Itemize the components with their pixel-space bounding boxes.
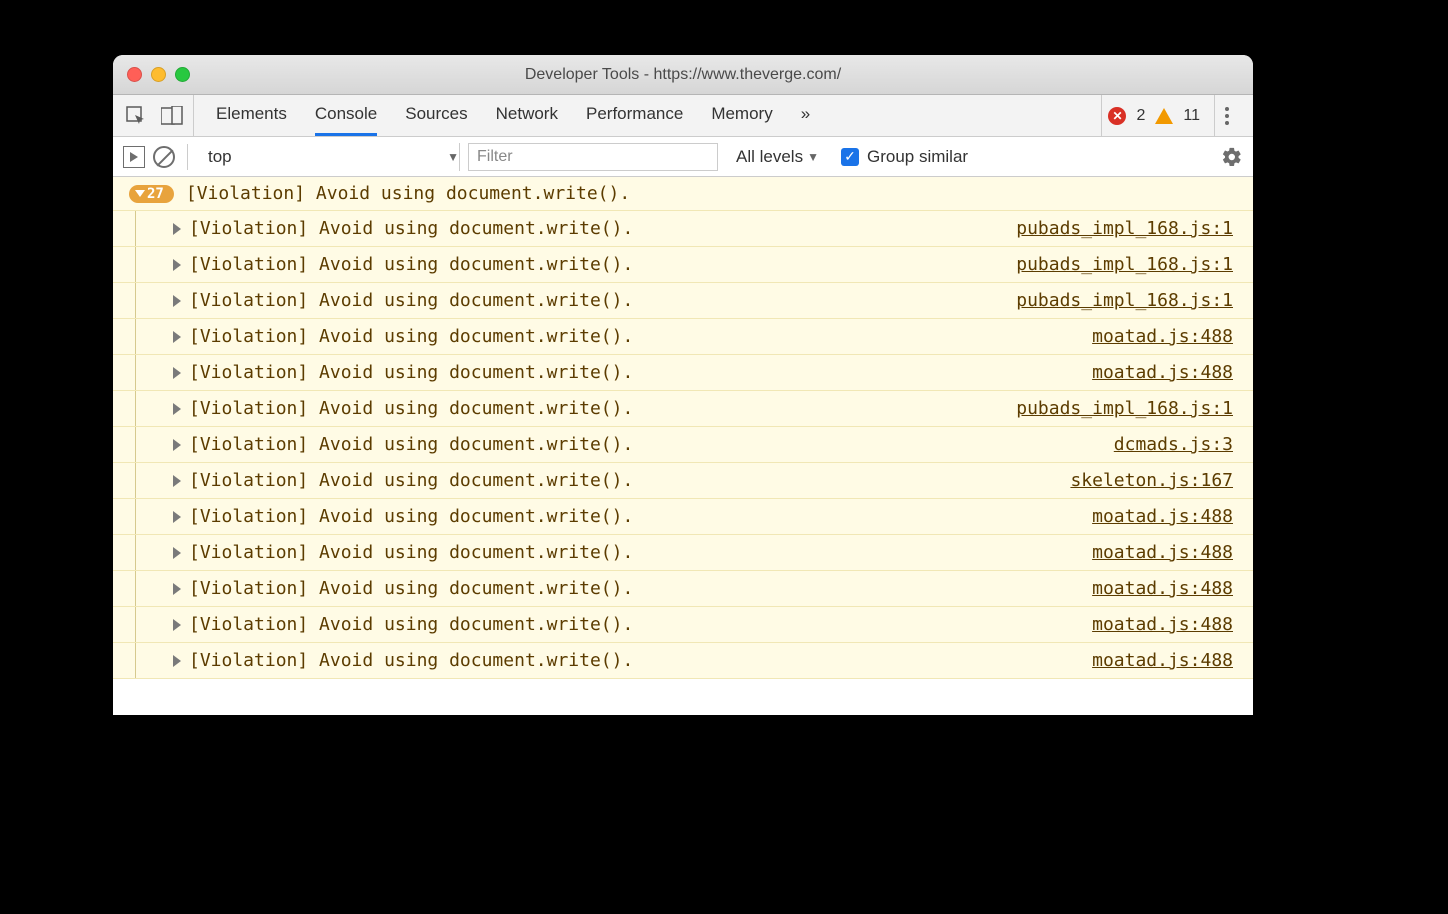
show-console-sidebar-icon[interactable]	[123, 146, 145, 168]
source-link[interactable]: moatad.js:488	[1092, 542, 1233, 563]
chevron-down-icon	[135, 190, 145, 197]
inspect-element-icon[interactable]	[125, 105, 147, 127]
traffic-lights	[127, 67, 190, 82]
source-link[interactable]: moatad.js:488	[1092, 326, 1233, 347]
console-message: [Violation] Avoid using document.write()…	[189, 290, 1016, 311]
group-similar-checkbox[interactable]: ✓ Group similar	[841, 147, 968, 167]
console-output: 27 [Violation] Avoid using document.writ…	[113, 177, 1253, 715]
disclosure-triangle-icon[interactable]	[173, 511, 181, 523]
tab-sources[interactable]: Sources	[405, 95, 467, 136]
console-row[interactable]: [Violation] Avoid using document.write()…	[113, 211, 1253, 247]
disclosure-triangle-icon[interactable]	[173, 367, 181, 379]
context-value: top	[208, 147, 232, 167]
more-menu[interactable]	[1214, 95, 1239, 136]
log-levels-selector[interactable]: All levels ▼	[736, 147, 819, 167]
titlebar: Developer Tools - https://www.theverge.c…	[113, 55, 1253, 95]
minimize-window-button[interactable]	[151, 67, 166, 82]
source-link[interactable]: moatad.js:488	[1092, 506, 1233, 527]
filter-input[interactable]	[468, 143, 718, 171]
console-message: [Violation] Avoid using document.write()…	[189, 578, 1092, 599]
devtools-window: Developer Tools - https://www.theverge.c…	[113, 55, 1253, 715]
source-link[interactable]: moatad.js:488	[1092, 578, 1233, 599]
console-row[interactable]: [Violation] Avoid using document.write()…	[113, 607, 1253, 643]
group-count-badge: 27	[129, 185, 174, 203]
source-link[interactable]: moatad.js:488	[1092, 362, 1233, 383]
disclosure-triangle-icon[interactable]	[173, 403, 181, 415]
disclosure-triangle-icon[interactable]	[173, 223, 181, 235]
console-message: [Violation] Avoid using document.write()…	[189, 614, 1092, 635]
console-message: [Violation] Avoid using document.write()…	[189, 326, 1092, 347]
console-row[interactable]: [Violation] Avoid using document.write()…	[113, 355, 1253, 391]
source-link[interactable]: pubads_impl_168.js:1	[1016, 254, 1233, 275]
console-row[interactable]: [Violation] Avoid using document.write()…	[113, 391, 1253, 427]
tabs-overflow[interactable]: »	[801, 95, 810, 136]
console-row[interactable]: [Violation] Avoid using document.write()…	[113, 319, 1253, 355]
settings-icon[interactable]	[1221, 146, 1243, 168]
tab-memory[interactable]: Memory	[711, 95, 772, 136]
console-group-header[interactable]: 27 [Violation] Avoid using document.writ…	[113, 177, 1253, 211]
tab-performance[interactable]: Performance	[586, 95, 683, 136]
error-icon[interactable]: ✕	[1108, 107, 1126, 125]
disclosure-triangle-icon[interactable]	[173, 331, 181, 343]
tab-elements[interactable]: Elements	[216, 95, 287, 136]
source-link[interactable]: pubads_impl_168.js:1	[1016, 218, 1233, 239]
console-message: [Violation] Avoid using document.write()…	[189, 218, 1016, 239]
source-link[interactable]: moatad.js:488	[1092, 650, 1233, 671]
console-row[interactable]: [Violation] Avoid using document.write()…	[113, 463, 1253, 499]
console-message: [Violation] Avoid using document.write()…	[189, 470, 1070, 491]
warning-count[interactable]: 11	[1183, 107, 1200, 125]
kebab-icon	[1225, 107, 1229, 125]
disclosure-triangle-icon[interactable]	[173, 295, 181, 307]
disclosure-triangle-icon[interactable]	[173, 619, 181, 631]
disclosure-triangle-icon[interactable]	[173, 475, 181, 487]
group-count: 27	[147, 186, 164, 202]
close-window-button[interactable]	[127, 67, 142, 82]
tab-console[interactable]: Console	[315, 95, 377, 136]
console-row[interactable]: [Violation] Avoid using document.write()…	[113, 283, 1253, 319]
levels-label: All levels	[736, 147, 803, 167]
console-row[interactable]: [Violation] Avoid using document.write()…	[113, 535, 1253, 571]
tabs-right-status: ✕ 2 11	[1101, 95, 1245, 136]
devtools-tabs: Elements Console Sources Network Perform…	[194, 95, 1101, 136]
console-message: [Violation] Avoid using document.write()…	[189, 434, 1114, 455]
disclosure-triangle-icon[interactable]	[173, 583, 181, 595]
group-message: [Violation] Avoid using document.write()…	[186, 183, 630, 204]
group-similar-label: Group similar	[867, 147, 968, 167]
disclosure-triangle-icon[interactable]	[173, 655, 181, 667]
console-message: [Violation] Avoid using document.write()…	[189, 506, 1092, 527]
console-row[interactable]: [Violation] Avoid using document.write()…	[113, 247, 1253, 283]
disclosure-triangle-icon[interactable]	[173, 439, 181, 451]
disclosure-triangle-icon[interactable]	[173, 547, 181, 559]
context-selector[interactable]: top ▼	[200, 143, 460, 171]
warning-icon[interactable]	[1155, 108, 1173, 124]
divider	[187, 144, 188, 170]
disclosure-triangle-icon[interactable]	[173, 259, 181, 271]
devtools-tabs-row: Elements Console Sources Network Perform…	[113, 95, 1253, 137]
console-message: [Violation] Avoid using document.write()…	[189, 542, 1092, 563]
source-link[interactable]: dcmads.js:3	[1114, 434, 1233, 455]
console-row[interactable]: [Violation] Avoid using document.write()…	[113, 643, 1253, 679]
console-toolbar: top ▼ All levels ▼ ✓ Group similar	[113, 137, 1253, 177]
source-link[interactable]: moatad.js:488	[1092, 614, 1233, 635]
console-message: [Violation] Avoid using document.write()…	[189, 650, 1092, 671]
checkbox-checked-icon: ✓	[841, 148, 859, 166]
source-link[interactable]: pubads_impl_168.js:1	[1016, 290, 1233, 311]
console-message: [Violation] Avoid using document.write()…	[189, 398, 1016, 419]
console-message: [Violation] Avoid using document.write()…	[189, 362, 1092, 383]
clear-console-icon[interactable]	[153, 146, 175, 168]
source-link[interactable]: pubads_impl_168.js:1	[1016, 398, 1233, 419]
console-message: [Violation] Avoid using document.write()…	[189, 254, 1016, 275]
console-row[interactable]: [Violation] Avoid using document.write()…	[113, 571, 1253, 607]
device-toolbar-icon[interactable]	[161, 105, 183, 127]
tabs-left-tools	[121, 95, 194, 136]
tab-network[interactable]: Network	[496, 95, 558, 136]
console-row[interactable]: [Violation] Avoid using document.write()…	[113, 499, 1253, 535]
console-row[interactable]: [Violation] Avoid using document.write()…	[113, 427, 1253, 463]
error-count[interactable]: 2	[1136, 107, 1145, 125]
source-link[interactable]: skeleton.js:167	[1070, 470, 1233, 491]
maximize-window-button[interactable]	[175, 67, 190, 82]
window-title: Developer Tools - https://www.theverge.c…	[113, 66, 1253, 84]
chevron-down-icon: ▼	[807, 150, 819, 164]
chevron-down-icon: ▼	[447, 150, 459, 164]
